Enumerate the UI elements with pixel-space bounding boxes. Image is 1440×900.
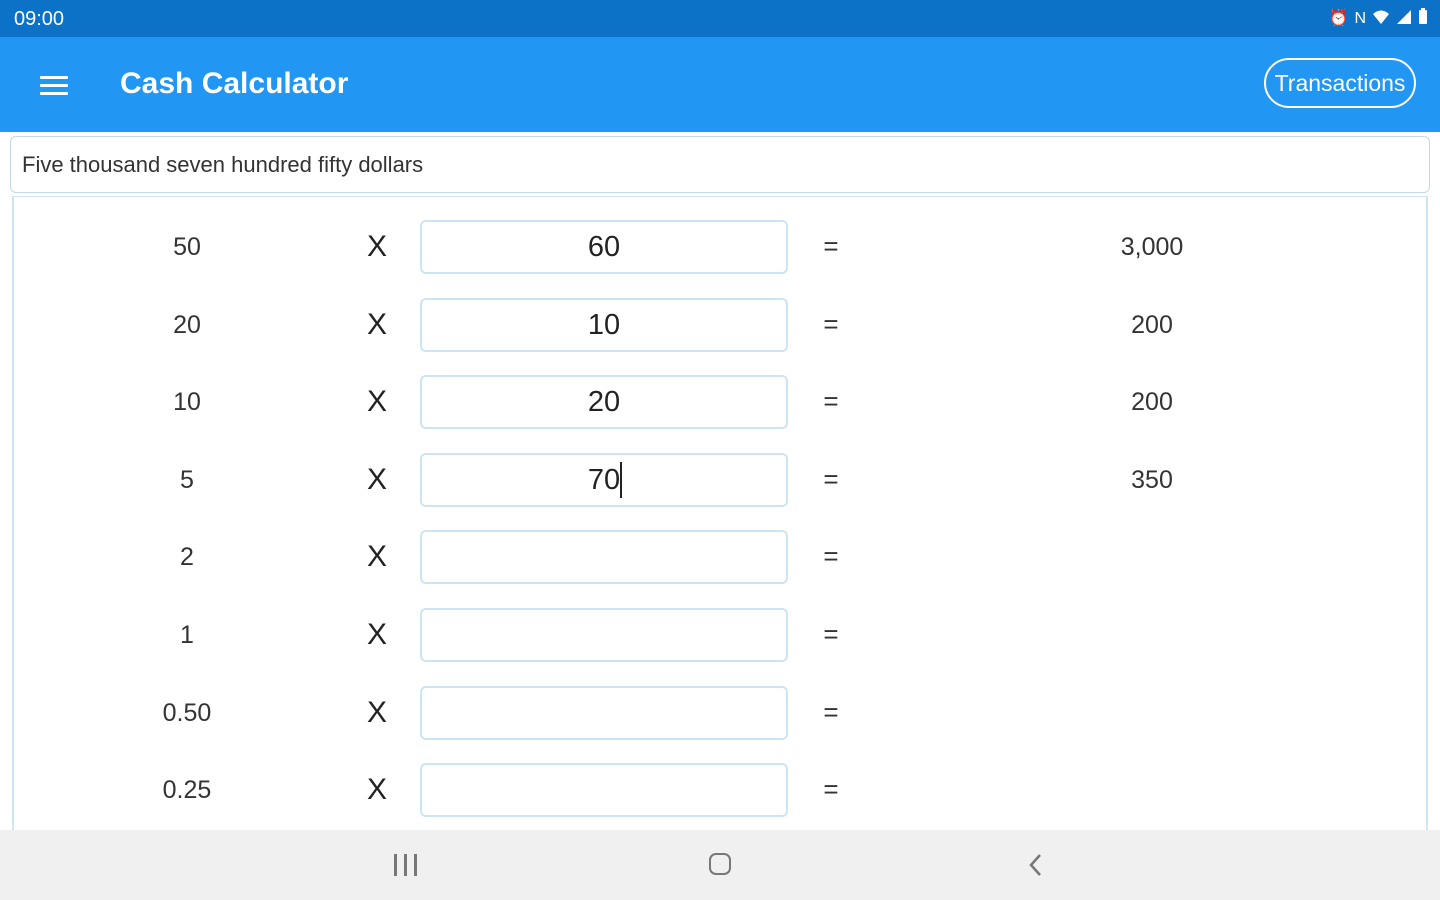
nfc-icon: N bbox=[1354, 10, 1366, 27]
denomination-row: 20 X = 200 bbox=[14, 297, 1440, 353]
status-time: 09:00 bbox=[14, 8, 65, 30]
denomination-panel: 50 X = 3,000 20 X = 200 10 X = 200 5 X = 350 2 X = 1 X = 0.50 X… bbox=[12, 196, 1428, 836]
denomination-label: 0.25 bbox=[162, 776, 212, 804]
quantity-input[interactable] bbox=[420, 530, 788, 584]
denomination-label: 50 bbox=[173, 233, 201, 261]
multiply-sign: X bbox=[366, 230, 387, 263]
denomination-label: 20 bbox=[173, 311, 201, 339]
multiply-sign: X bbox=[366, 618, 387, 651]
app-bar: Cash Calculator Transactions bbox=[0, 37, 1440, 132]
text-cursor bbox=[620, 462, 622, 498]
equals-sign: = bbox=[823, 309, 839, 339]
status-bar: 09:00 ⏰ N bbox=[0, 0, 1440, 37]
quantity-input[interactable] bbox=[420, 763, 788, 817]
denomination-row: 5 X = 350 bbox=[14, 452, 1440, 508]
denomination-label: 0.50 bbox=[162, 699, 212, 727]
row-total: 3,000 bbox=[1120, 233, 1184, 261]
app-title: Cash Calculator bbox=[120, 67, 349, 100]
equals-sign: = bbox=[823, 231, 839, 261]
equals-sign: = bbox=[823, 619, 839, 649]
quantity-input[interactable] bbox=[420, 375, 788, 429]
alarm-icon: ⏰ bbox=[1328, 10, 1349, 27]
multiply-sign: X bbox=[366, 385, 387, 418]
denomination-label: 5 bbox=[180, 466, 194, 494]
equals-sign: = bbox=[823, 697, 839, 727]
denomination-row: 10 X = 200 bbox=[14, 374, 1440, 430]
equals-sign: = bbox=[823, 541, 839, 571]
quantity-input[interactable] bbox=[420, 298, 788, 352]
hamburger-menu-icon[interactable] bbox=[40, 73, 70, 97]
denomination-row: 50 X = 3,000 bbox=[14, 219, 1440, 275]
multiply-sign: X bbox=[366, 696, 387, 729]
battery-icon bbox=[1418, 8, 1428, 30]
denomination-label: 2 bbox=[180, 543, 194, 571]
back-icon[interactable] bbox=[1026, 852, 1046, 878]
denomination-row: 2 X = bbox=[14, 529, 1440, 585]
quantity-input[interactable] bbox=[420, 453, 788, 507]
signal-icon bbox=[1396, 9, 1412, 30]
quantity-input[interactable] bbox=[420, 686, 788, 740]
denomination-label: 10 bbox=[173, 388, 201, 416]
equals-sign: = bbox=[823, 774, 839, 804]
wifi-icon bbox=[1372, 9, 1390, 30]
multiply-sign: X bbox=[366, 540, 387, 573]
row-total: 200 bbox=[1131, 311, 1173, 339]
quantity-input[interactable] bbox=[420, 608, 788, 662]
multiply-sign: X bbox=[366, 773, 387, 806]
home-icon[interactable] bbox=[709, 853, 731, 875]
multiply-sign: X bbox=[366, 463, 387, 496]
row-total: 350 bbox=[1131, 466, 1173, 494]
transactions-button[interactable]: Transactions bbox=[1264, 58, 1416, 108]
recent-apps-icon[interactable] bbox=[394, 854, 418, 876]
multiply-sign: X bbox=[366, 308, 387, 341]
denomination-row: 0.50 X = bbox=[14, 685, 1440, 741]
denomination-row: 1 X = bbox=[14, 607, 1440, 663]
equals-sign: = bbox=[823, 386, 839, 416]
denomination-row: 0.25 X = bbox=[14, 762, 1440, 818]
status-icons: ⏰ N bbox=[1329, 8, 1428, 30]
row-total: 200 bbox=[1131, 388, 1173, 416]
amount-in-words: Five thousand seven hundred fifty dollar… bbox=[10, 136, 1430, 193]
navigation-bar bbox=[0, 830, 1440, 900]
denomination-label: 1 bbox=[180, 621, 194, 649]
quantity-input[interactable] bbox=[420, 220, 788, 274]
equals-sign: = bbox=[823, 464, 839, 494]
